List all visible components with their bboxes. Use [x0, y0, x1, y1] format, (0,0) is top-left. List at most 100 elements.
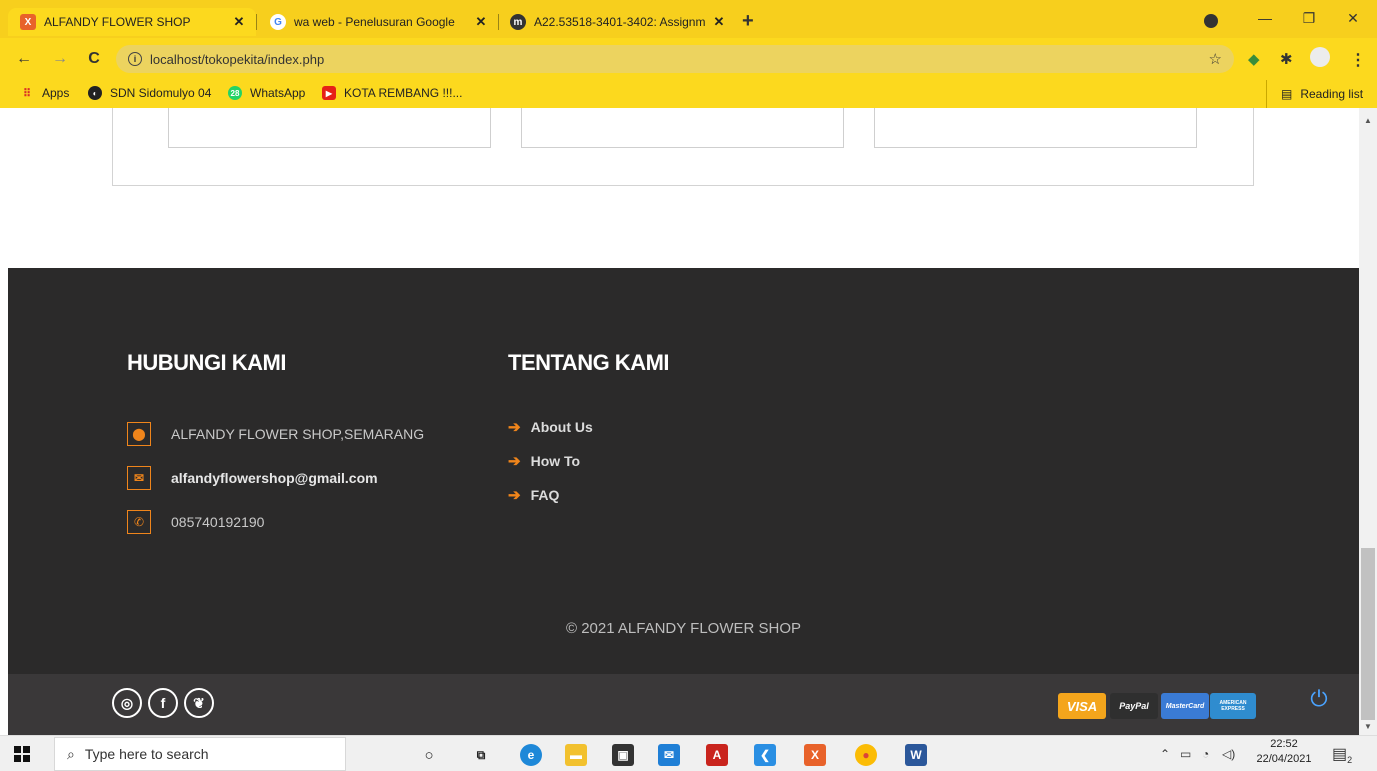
product-card[interactable]	[874, 108, 1197, 148]
bookmark-kota-rembang[interactable]: ▶ KOTA REMBANG !!!...	[322, 86, 462, 100]
link-how-to[interactable]: ➔ How To	[508, 452, 580, 470]
cortana-icon[interactable]: ○	[418, 744, 440, 766]
bookmark-label: SDN Sidomulyo 04	[110, 86, 212, 100]
scrollbar-thumb[interactable]	[1361, 548, 1375, 720]
link-faq[interactable]: ➔ FAQ	[508, 486, 559, 504]
google-icon: G	[270, 14, 286, 30]
tray-chevron-icon[interactable]: ⌃	[1160, 747, 1170, 761]
contact-address: ⬤ ALFANDY FLOWER SHOP,SEMARANG	[127, 422, 424, 446]
maximize-button[interactable]: ❐	[1299, 10, 1319, 27]
globe-icon: ◐	[88, 86, 102, 100]
tab-assignment[interactable]: m A22.53518-3401-3402: Assignme ✕	[498, 8, 736, 36]
close-window-button[interactable]: ✕	[1343, 10, 1363, 27]
arrow-right-icon: ➔	[508, 487, 521, 504]
address-text: ALFANDY FLOWER SHOP,SEMARANG	[171, 426, 425, 442]
bookmark-sdn[interactable]: ◐ SDN Sidomulyo 04	[88, 86, 211, 100]
reload-button[interactable]: C	[84, 50, 104, 68]
toolbar: ← → C i localhost/tokopekita/index.php ☆…	[0, 38, 1377, 80]
back-button[interactable]: ←	[14, 50, 34, 68]
site-info-icon[interactable]: i	[128, 52, 142, 66]
email-text[interactable]: alfandyflowershop@gmail.com	[171, 470, 378, 486]
contact-heading: HUBUNGI KAMI	[127, 350, 287, 375]
file-explorer-icon[interactable]: ▬	[565, 744, 587, 766]
clock[interactable]: 22:52 22/04/2021	[1256, 737, 1312, 767]
site-footer: HUBUNGI KAMI ⬤ ALFANDY FLOWER SHOP,SEMAR…	[8, 268, 1359, 674]
edge-icon[interactable]: e	[520, 744, 542, 766]
forward-button[interactable]: →	[50, 50, 70, 68]
extensions-puzzle-icon[interactable]: ✱	[1280, 50, 1293, 68]
wifi-icon[interactable]: ◔	[1202, 747, 1209, 761]
bookmark-whatsapp[interactable]: 28 WhatsApp	[228, 86, 305, 100]
bookmarks-bar: ⠿ Apps ◐ SDN Sidomulyo 04 28 WhatsApp ▶ …	[0, 80, 1377, 108]
windows-start-icon[interactable]	[14, 746, 30, 762]
tab-google-search[interactable]: G wa web - Penelusuran Google ✕	[258, 8, 498, 36]
reading-list-button[interactable]: ▤ Reading list	[1266, 80, 1363, 108]
chrome-icon[interactable]: ●	[855, 744, 877, 766]
address-bar[interactable]: i localhost/tokopekita/index.php ☆	[116, 45, 1234, 73]
phone-text: 085740192190	[171, 514, 265, 530]
tab-strip: X ALFANDY FLOWER SHOP ✕ G wa web - Penel…	[0, 0, 1377, 38]
notifications-icon[interactable]: ▤2	[1332, 744, 1352, 765]
windows-taskbar: ⌕ Type here to search ○ ⧉ e ▬ ▣ ✉ A ❮ X …	[0, 735, 1377, 771]
xampp-icon[interactable]: X	[804, 744, 826, 766]
tab-alfandy[interactable]: X ALFANDY FLOWER SHOP ✕	[8, 8, 256, 36]
store-icon[interactable]: ▣	[612, 744, 634, 766]
vscode-icon[interactable]: ❮	[754, 744, 776, 766]
footer-bottom-bar: ◎ f ❦ VISA PayPal MasterCard AMERICAN EX…	[8, 674, 1359, 735]
contact-email[interactable]: ✉ alfandyflowershop@gmail.com	[127, 466, 378, 490]
tab-label: A22.53518-3401-3402: Assignme	[534, 15, 706, 29]
instagram-icon[interactable]: ◎	[112, 688, 142, 718]
extension-icon[interactable]: ◆	[1248, 50, 1260, 68]
tab-close-icon[interactable]: ✕	[712, 14, 726, 30]
apps-grid-icon: ⠿	[22, 87, 32, 100]
visa-icon: VISA	[1058, 693, 1106, 719]
search-placeholder: Type here to search	[84, 746, 209, 762]
bookmark-star-icon[interactable]: ☆	[1209, 50, 1222, 68]
reading-list-label: Reading list	[1300, 87, 1364, 101]
vertical-scrollbar[interactable]: ▲ ▼	[1359, 108, 1377, 735]
moodle-icon: m	[510, 14, 526, 30]
volume-icon[interactable]: ◁)	[1222, 747, 1235, 761]
copyright-text: © 2021 ALFANDY FLOWER SHOP	[565, 620, 802, 637]
task-view-icon[interactable]: ⧉	[470, 744, 492, 766]
product-card[interactable]	[521, 108, 844, 148]
tab-search-icon[interactable]	[1204, 14, 1218, 28]
paypal-icon: PayPal	[1110, 693, 1158, 719]
arrow-right-icon: ➔	[508, 453, 521, 470]
link-label: How To	[530, 453, 581, 469]
map-marker-icon: ⬤	[127, 422, 151, 446]
bookmark-label: Apps	[42, 86, 70, 100]
scroll-top-icon[interactable]: ⏻	[1304, 686, 1334, 716]
bookmark-label: WhatsApp	[250, 86, 306, 100]
minimize-button[interactable]: —	[1255, 10, 1275, 26]
profile-avatar[interactable]	[1310, 47, 1330, 67]
tab-label: wa web - Penelusuran Google	[294, 15, 455, 29]
facebook-icon[interactable]: f	[148, 688, 178, 718]
link-about-us[interactable]: ➔ About Us	[508, 418, 593, 436]
tab-label: ALFANDY FLOWER SHOP	[44, 15, 191, 29]
twitter-icon[interactable]: ❦	[184, 688, 214, 718]
acrobat-icon[interactable]: A	[706, 744, 728, 766]
taskbar-search[interactable]: ⌕ Type here to search	[54, 737, 346, 771]
reading-list-icon: ▤	[1281, 87, 1293, 101]
tab-close-icon[interactable]: ✕	[474, 14, 488, 30]
url-text: localhost/tokopekita/index.php	[150, 51, 325, 67]
menu-kebab-icon[interactable]: ⋮	[1350, 50, 1366, 70]
new-tab-button[interactable]: +	[742, 11, 754, 31]
contact-phone: ✆ 085740192190	[127, 510, 264, 534]
envelope-icon: ✉	[127, 466, 151, 490]
about-heading: TENTANG KAMI	[508, 350, 670, 375]
tab-close-icon[interactable]: ✕	[232, 14, 246, 30]
whatsapp-icon: 28	[228, 86, 242, 100]
scroll-up-icon[interactable]: ▲	[1364, 116, 1372, 125]
scroll-down-icon[interactable]: ▼	[1364, 722, 1372, 731]
bookmark-apps[interactable]: ⠿ Apps	[20, 86, 69, 100]
word-icon[interactable]: W	[905, 744, 927, 766]
clock-date: 22/04/2021	[1256, 753, 1312, 765]
link-label: About Us	[530, 419, 593, 435]
tab-separator	[256, 14, 257, 30]
battery-icon[interactable]: ▭	[1180, 747, 1191, 761]
mail-icon[interactable]: ✉	[658, 744, 680, 766]
product-card[interactable]	[168, 108, 491, 148]
amex-icon: AMERICAN EXPRESS	[1210, 693, 1256, 719]
